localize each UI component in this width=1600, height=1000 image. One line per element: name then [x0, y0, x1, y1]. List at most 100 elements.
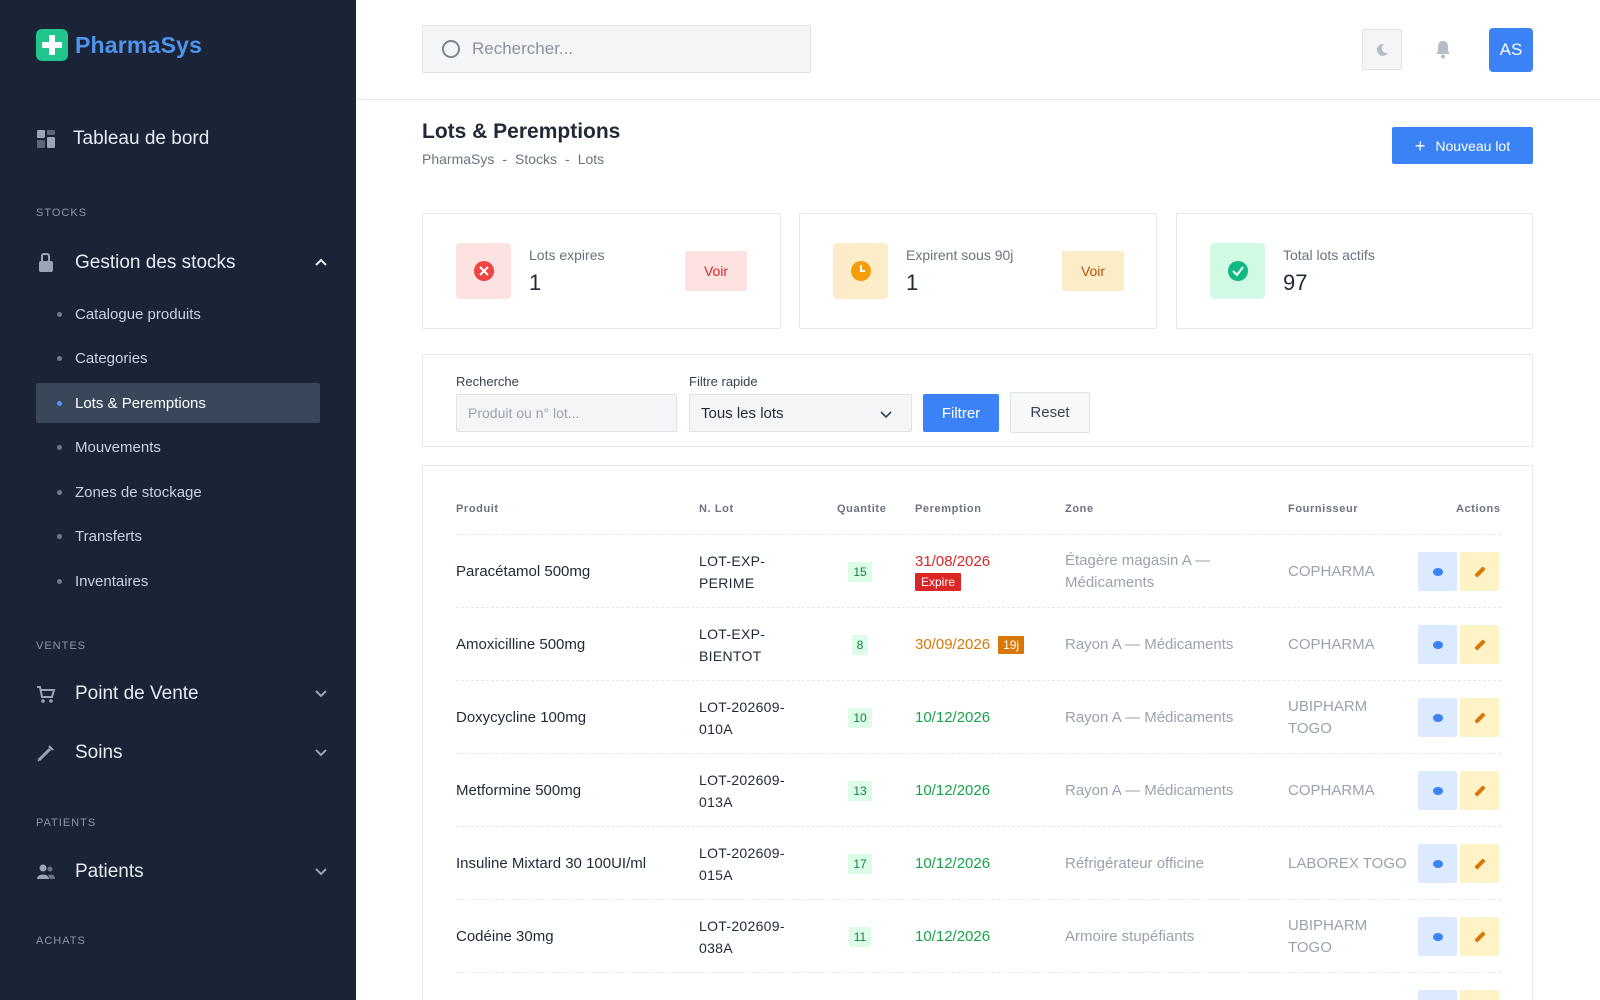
sidebar-group-soins[interactable]: Soins — [36, 742, 328, 764]
table-row[interactable]: Doxycycline 100mg LOT-202609- 010A 10 10/12/… — [456, 681, 1501, 754]
stat-value: 1 — [529, 270, 542, 295]
table-row[interactable]: Insuline Mixtard 30 100UI/ml LOT-202609- 0… — [456, 827, 1501, 900]
view-expired-button[interactable]: Voir — [685, 251, 747, 291]
section-label-achats: ACHATS — [36, 935, 86, 947]
brand[interactable]: PharmaSys — [36, 29, 202, 61]
lot-number: LOT-202609 — [699, 973, 819, 1000]
edit-button[interactable] — [1460, 844, 1499, 883]
view-button[interactable] — [1418, 698, 1457, 737]
expiry-cell: 10/12/2026 — [915, 681, 1055, 754]
notifications-button[interactable] — [1432, 38, 1454, 60]
sidebar-group-pos[interactable]: Point de Vente — [36, 683, 328, 705]
view-button[interactable] — [1418, 625, 1457, 664]
edit-button[interactable] — [1460, 990, 1499, 1000]
section-label-patients: PATIENTS — [36, 817, 97, 829]
sidebar-item-zones[interactable]: Zones de stockage — [36, 472, 320, 512]
sidebar-item-dashboard[interactable]: Tableau de bord — [36, 128, 209, 150]
eye-icon — [1432, 640, 1443, 649]
chevron-up-icon[interactable] — [314, 255, 328, 269]
stocks-submenu: Catalogue produits Categories Lots & Per… — [36, 294, 320, 606]
actions-cell — [1418, 535, 1501, 608]
lot-search-input[interactable] — [456, 394, 677, 432]
bullet-dot-icon — [57, 400, 62, 406]
pencil-icon — [1473, 638, 1486, 651]
expiry-date: 10/12/2026 — [915, 709, 991, 726]
sidebar-group-label: Soins — [75, 742, 123, 763]
global-search[interactable] — [422, 25, 811, 73]
section-label-stocks: STOCKS — [36, 207, 88, 219]
actions-cell — [1418, 608, 1501, 681]
chevron-down-icon — [880, 411, 892, 419]
expiry-cell: 10/12/2026 — [915, 827, 1055, 900]
sidebar-item-catalogue[interactable]: Catalogue produits — [36, 294, 320, 334]
expiry-cell — [915, 973, 1055, 1000]
table-row[interactable]: Amoxicilline 500mg LOT-EXP- BIENTOT 8 30/09/… — [456, 608, 1501, 681]
zone-cell: Rayon A — Médicaments — [1065, 635, 1234, 653]
sidebar-item-categories[interactable]: Categories — [36, 339, 320, 379]
expiry-cell: 31/08/2026 Expire — [915, 535, 1055, 608]
edit-button[interactable] — [1460, 552, 1499, 591]
chevron-down-icon[interactable] — [314, 745, 328, 759]
expired-badge: Expire — [915, 572, 962, 591]
chevron-down-icon[interactable] — [314, 864, 328, 878]
view-button[interactable] — [1418, 771, 1457, 810]
column-header[interactable]: Zone — [1065, 503, 1094, 515]
table-row[interactable]: Metformine 500mg LOT-202609- 013A 13 10/12/2… — [456, 754, 1501, 827]
table-row[interactable]: Codéine 30mg LOT-202609- 038A 11 10/12/2026 A… — [456, 900, 1501, 973]
chevron-down-icon[interactable] — [314, 686, 328, 700]
stat-label: Lots expires — [529, 247, 605, 263]
expiry-date: 10/12/2026 — [915, 782, 991, 799]
edit-button[interactable] — [1460, 917, 1499, 956]
view-button[interactable] — [1418, 844, 1457, 883]
column-header[interactable]: Peremption — [915, 503, 982, 515]
column-header[interactable]: Fournisseur — [1288, 503, 1358, 515]
sidebar-group-stocks[interactable]: Gestion des stocks — [36, 252, 328, 274]
sidebar-item-inventaires[interactable]: Inventaires — [36, 562, 320, 602]
lot-number: LOT-202609- 015A — [699, 827, 819, 900]
search-input[interactable] — [472, 39, 792, 59]
sidebar-item-transferts[interactable]: Transferts — [36, 517, 320, 557]
theme-toggle-button[interactable] — [1362, 29, 1402, 70]
supplier-cell: UBIPHARM TOGO — [1288, 916, 1368, 956]
column-header[interactable]: N. Lot — [699, 503, 734, 515]
lot-number-part: LOT-202609- — [699, 771, 785, 788]
sidebar: PharmaSys Tableau de bord STOCKS Gestion… — [0, 0, 356, 1000]
edit-button[interactable] — [1460, 771, 1499, 810]
expiry-date: 31/08/2026 — [915, 552, 991, 570]
lot-number-part: LOT-202609- — [699, 844, 785, 861]
sidebar-item-mouvements[interactable]: Mouvements — [36, 428, 320, 468]
quantity-badge: 10 — [848, 707, 872, 728]
supplier-cell: UBIPHARM TOGO — [1288, 697, 1368, 737]
view-expiring-button[interactable]: Voir — [1062, 251, 1124, 291]
actions-cell — [1418, 973, 1501, 1000]
expiry-cell: 10/12/2026 — [915, 900, 1055, 973]
filter-button[interactable]: Filtrer — [923, 394, 999, 432]
sidebar-group-patients[interactable]: Patients — [36, 861, 328, 883]
breadcrumb: PharmaSys - Stocks - Lots — [422, 151, 604, 167]
cart-icon — [36, 684, 56, 704]
new-lot-label: Nouveau lot — [1435, 137, 1511, 154]
table-row[interactable]: Paracétamol 500mg LOT-EXP- PERIME 15 31/08/2… — [456, 535, 1501, 608]
quick-filter-select[interactable]: Tous les lots — [689, 394, 912, 432]
stat-card-active: Total lots actifs 97 — [1176, 213, 1533, 329]
bullet-dot-icon — [57, 489, 62, 495]
view-button[interactable] — [1418, 552, 1457, 591]
view-button[interactable] — [1418, 917, 1457, 956]
edit-button[interactable] — [1460, 698, 1499, 737]
new-lot-button[interactable]: + Nouveau lot — [1392, 127, 1533, 164]
reset-button[interactable]: Reset — [1010, 392, 1090, 433]
breadcrumb-item: Lots — [577, 151, 605, 167]
filters-panel: Recherche Filtre rapide Tous les lots Fi… — [422, 354, 1533, 447]
quantity-cell — [845, 973, 875, 1000]
sidebar-item-lots[interactable]: Lots & Peremptions — [36, 383, 320, 424]
avatar[interactable]: AS — [1489, 28, 1533, 72]
view-button[interactable] — [1418, 990, 1457, 1000]
breadcrumb-item[interactable]: Stocks — [515, 151, 557, 167]
column-header[interactable]: Quantite — [837, 503, 886, 515]
expiry-cell: 30/09/2026 19j — [915, 608, 1055, 681]
breadcrumb-separator: - — [565, 151, 570, 167]
breadcrumb-item[interactable]: PharmaSys — [422, 151, 494, 167]
column-header[interactable]: Produit — [456, 503, 499, 515]
edit-button[interactable] — [1460, 625, 1499, 664]
table-row[interactable]: LOT-202609 LABOREX — [456, 973, 1501, 1000]
